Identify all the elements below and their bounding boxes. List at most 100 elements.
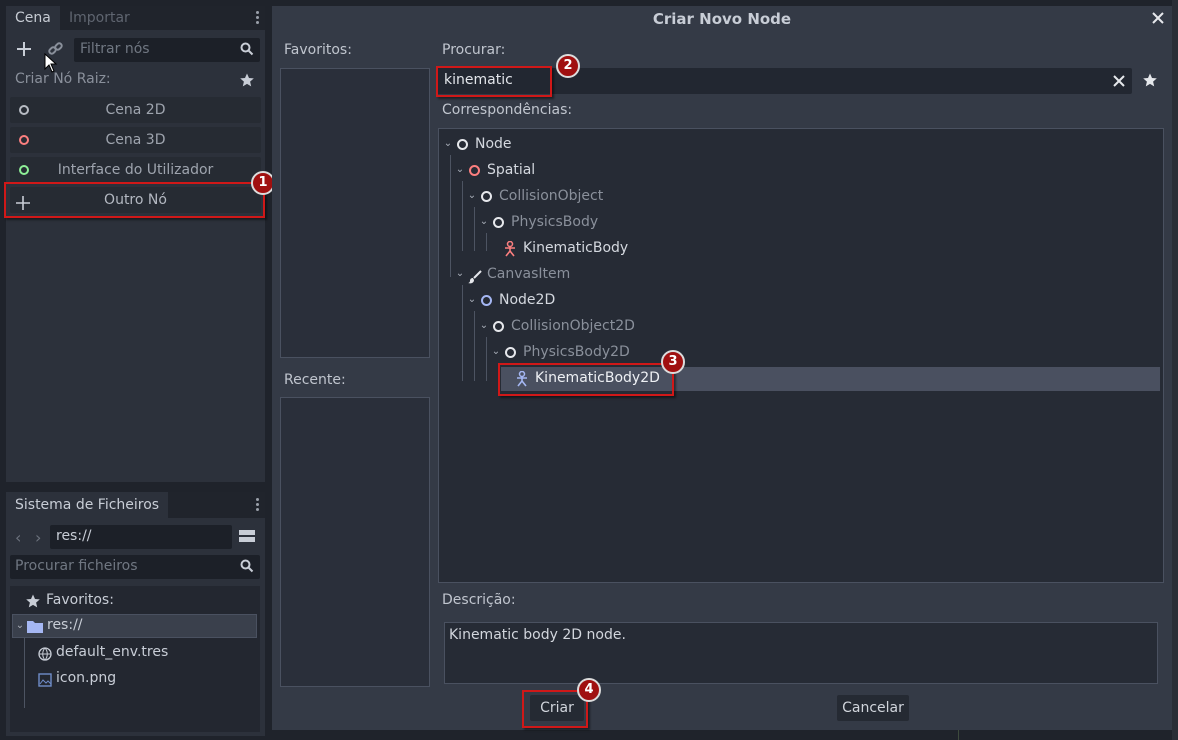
chevron-down-icon[interactable]: ⌄ <box>479 217 489 227</box>
annotation-badge-4: 4 <box>577 678 601 702</box>
tree-guide <box>450 155 451 277</box>
file-label-res: res:// <box>47 617 83 633</box>
tree-guide <box>462 181 463 251</box>
tree-row-physicsbody[interactable]: ⌄ PhysicsBody <box>479 209 1119 235</box>
tree-label-collisionobject2d: CollisionObject2D <box>511 318 635 334</box>
chevron-down-icon[interactable]: ⌄ <box>467 295 477 305</box>
filter-nodes-input[interactable]: Filtrar nós <box>74 38 260 62</box>
chevron-down-icon[interactable]: ⌄ <box>491 347 501 357</box>
image-icon <box>38 673 52 687</box>
tree-guide <box>486 337 487 381</box>
tree-label-spatial: Spatial <box>487 162 536 178</box>
viewport-axis <box>958 730 959 740</box>
file-label-env: default_env.tres <box>56 644 169 660</box>
favorites-label: Favoritos: <box>46 592 114 608</box>
add-node-icon[interactable] <box>15 40 33 58</box>
search-files-input[interactable]: Procurar ficheiros <box>10 555 260 579</box>
tree-row-spatial[interactable]: ⌄ Spatial <box>455 157 1135 183</box>
root-ui-button[interactable]: Interface do Utilizador <box>10 157 261 183</box>
favorite-toggle-star-icon[interactable] <box>1143 73 1157 87</box>
recent-list[interactable] <box>280 397 430 687</box>
tab-cena[interactable]: Cena <box>6 6 60 30</box>
chevron-down-icon[interactable]: ⌄ <box>479 321 489 331</box>
file-tree: Favoritos: ⌄ res:// default_env.tres ico… <box>10 586 260 732</box>
path-field[interactable]: res:// <box>50 525 232 549</box>
dialog-title: Criar Novo Node <box>652 10 792 28</box>
tree-guide <box>486 233 487 251</box>
create-node-dialog: Criar Novo Node Favoritos: Recente: Proc… <box>272 6 1172 730</box>
highlight-box-3 <box>498 363 674 396</box>
tree-row-canvasitem[interactable]: ⌄ CanvasItem <box>455 261 1135 287</box>
create-root-label: Criar Nó Raiz: <box>15 71 111 87</box>
back-icon[interactable]: ‹ <box>15 528 21 547</box>
chevron-down-icon[interactable]: ⌄ <box>15 621 25 631</box>
highlight-box-1 <box>4 182 265 218</box>
node2d-ring-icon <box>481 295 492 306</box>
fs-tabbar: Sistema de Ficheiros <box>6 492 265 518</box>
tree-label-canvasitem: CanvasItem <box>487 266 571 282</box>
search-icon <box>240 42 254 56</box>
tab-filesystem[interactable]: Sistema de Ficheiros <box>6 492 169 518</box>
tree-row-node2d[interactable]: ⌄ Node2D <box>467 287 1127 313</box>
toggle-view-icon[interactable] <box>238 528 256 544</box>
tree-row-collisionobject2d[interactable]: ⌄ CollisionObject2D <box>479 313 1119 339</box>
scene-dock: Cena Importar Filtrar nós Criar Nó Raiz:… <box>6 6 265 482</box>
close-icon[interactable] <box>1150 10 1166 26</box>
chevron-down-icon[interactable]: ⌄ <box>467 191 477 201</box>
tree-label-kinematicbody: KinematicBody <box>523 240 629 256</box>
file-label-icon: icon.png <box>56 670 117 686</box>
mouse-cursor-icon <box>44 52 58 73</box>
node2d-circle-icon <box>19 105 29 115</box>
tree-guide <box>474 311 475 381</box>
search-files-placeholder: Procurar ficheiros <box>15 558 138 574</box>
tree-row-collisionobject[interactable]: ⌄ CollisionObject <box>467 183 1127 209</box>
favorites-list[interactable] <box>280 68 430 358</box>
tree-row-node[interactable]: ⌄ Node <box>443 131 1143 157</box>
physicsbody-ring-icon <box>493 217 504 228</box>
fs-menu-icon[interactable] <box>256 498 260 514</box>
tree-guide <box>474 207 475 251</box>
tree-row-kinematicbody[interactable]: KinematicBody <box>503 235 1123 261</box>
folder-icon <box>27 620 43 633</box>
cancel-button[interactable]: Cancelar <box>837 695 909 721</box>
viewport-edge <box>1172 0 1178 740</box>
collisionobject2d-ring-icon <box>493 321 504 332</box>
forward-icon[interactable]: › <box>35 528 41 547</box>
root-2d-scene-label: Cena 2D <box>105 102 166 118</box>
matches-tree[interactable]: ⌄ Node ⌄ Spatial ⌄ CollisionObject ⌄ Phy… <box>438 128 1164 583</box>
chevron-down-icon[interactable]: ⌄ <box>443 139 453 149</box>
description-text: Kinematic body 2D node. <box>449 627 626 643</box>
tree-label-physicsbody2d: PhysicsBody2D <box>523 344 630 360</box>
file-row-res[interactable]: ⌄ res:// <box>12 614 257 638</box>
filesystem-dock: Sistema de Ficheiros ‹ › res:// Procurar… <box>6 492 265 736</box>
description-label: Descrição: <box>442 592 516 608</box>
description-box: Kinematic body 2D node. <box>444 622 1158 684</box>
favorite-star-icon[interactable] <box>240 73 254 87</box>
control-circle-icon <box>19 165 29 175</box>
annotation-badge-2: 2 <box>556 54 580 78</box>
node-ring-icon <box>457 139 468 150</box>
tree-label-node: Node <box>475 136 512 152</box>
collisionobject-ring-icon <box>481 191 492 202</box>
favorites-star-icon <box>26 594 40 608</box>
spatial-ring-icon <box>469 165 480 176</box>
annotation-badge-3: 3 <box>661 350 685 374</box>
tree-row-physicsbody2d[interactable]: ⌄ PhysicsBody2D <box>491 339 1111 365</box>
chevron-down-icon[interactable]: ⌄ <box>455 269 465 279</box>
dock-menu-icon[interactable] <box>256 11 260 27</box>
spatial-circle-icon <box>19 135 29 145</box>
root-3d-scene-button[interactable]: Cena 3D <box>10 127 261 153</box>
path-value: res:// <box>56 528 92 544</box>
brush-icon <box>468 267 482 284</box>
chevron-down-icon[interactable]: ⌄ <box>455 165 465 175</box>
highlight-box-2 <box>436 66 552 97</box>
search-label: Procurar: <box>442 42 506 58</box>
kinematic-red-icon <box>503 240 517 257</box>
tab-importar[interactable]: Importar <box>60 6 139 30</box>
globe-icon <box>38 647 52 661</box>
favorites-label: Favoritos: <box>284 42 352 58</box>
recent-label: Recente: <box>284 372 346 388</box>
physicsbody2d-ring-icon <box>505 347 516 358</box>
clear-search-icon[interactable] <box>1112 74 1126 88</box>
root-2d-scene-button[interactable]: Cena 2D <box>10 97 261 123</box>
